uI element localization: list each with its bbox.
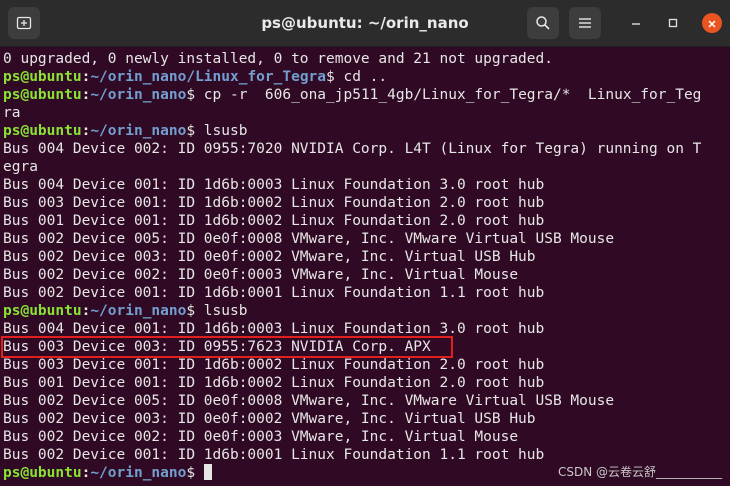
prompt-colon: : bbox=[81, 465, 91, 481]
prompt-line: ps@ubuntu:~/orin_nano$ bbox=[3, 464, 212, 482]
output-line: Bus 001 Device 001: ID 1d6b:0002 Linux F… bbox=[3, 375, 545, 391]
output-line: Bus 002 Device 002: ID 0e0f:0003 VMware,… bbox=[3, 429, 519, 445]
prompt-colon: : bbox=[81, 303, 91, 319]
text-cursor bbox=[203, 464, 212, 480]
close-icon bbox=[707, 14, 717, 33]
prompt-colon: : bbox=[81, 87, 91, 103]
prompt-line: ps@ubuntu:~/orin_nano/Linux_for_Tegra$ c… bbox=[3, 68, 387, 86]
watermark: CSDN @云卷云舒___________ bbox=[557, 465, 722, 479]
minimize-button[interactable] bbox=[626, 13, 646, 33]
prompt-command: lsusb bbox=[195, 123, 248, 139]
prompt-dollar: $ bbox=[186, 87, 196, 103]
prompt-path: ~/orin_nano/Linux_for_Tegra bbox=[90, 69, 327, 85]
output-line: Bus 002 Device 003: ID 0e0f:0002 VMware,… bbox=[3, 411, 536, 427]
prompt-path: ~/orin_nano bbox=[90, 123, 187, 139]
output-line: Bus 001 Device 001: ID 1d6b:0002 Linux F… bbox=[3, 213, 545, 229]
output-line: Bus 003 Device 001: ID 1d6b:0002 Linux F… bbox=[3, 357, 545, 373]
maximize-icon bbox=[667, 14, 679, 33]
prompt-line: ps@ubuntu:~/orin_nano$ lsusb bbox=[3, 302, 247, 320]
output-line: ra bbox=[3, 105, 21, 121]
prompt-colon: : bbox=[81, 69, 91, 85]
prompt-colon: : bbox=[81, 123, 91, 139]
output-line: Bus 004 Device 002: ID 0955:7020 NVIDIA … bbox=[3, 141, 702, 157]
output-line: Bus 003 Device 001: ID 1d6b:0002 Linux F… bbox=[3, 195, 545, 211]
prompt-command: lsusb bbox=[195, 303, 248, 319]
prompt-dollar: $ bbox=[186, 123, 196, 139]
output-line: Bus 004 Device 001: ID 1d6b:0003 Linux F… bbox=[3, 177, 545, 193]
terminal-output[interactable]: 0 upgraded, 0 newly installed, 0 to remo… bbox=[0, 47, 730, 486]
close-button[interactable] bbox=[702, 13, 722, 33]
new-tab-button[interactable] bbox=[8, 7, 40, 39]
output-line: egra bbox=[3, 159, 38, 175]
highlight-box bbox=[1, 336, 453, 358]
prompt-user-host: ps@ubuntu bbox=[3, 465, 82, 481]
output-line: Bus 002 Device 001: ID 1d6b:0001 Linux F… bbox=[3, 285, 545, 301]
output-line: Bus 002 Device 002: ID 0e0f:0003 VMware,… bbox=[3, 267, 519, 283]
prompt-command: cp -r 606_ona_jp511_4gb/Linux_for_Tegra/… bbox=[195, 87, 702, 103]
output-line: Bus 002 Device 005: ID 0e0f:0008 VMware,… bbox=[3, 231, 615, 247]
maximize-button[interactable] bbox=[663, 13, 683, 33]
prompt-user-host: ps@ubuntu bbox=[3, 87, 82, 103]
search-icon bbox=[535, 15, 551, 31]
new-tab-icon bbox=[16, 15, 32, 31]
window-title: ps@ubuntu: ~/orin_nano bbox=[261, 14, 469, 32]
title-bar: ps@ubuntu: ~/orin_nano bbox=[0, 0, 730, 47]
menu-button[interactable] bbox=[569, 7, 601, 39]
prompt-path: ~/orin_nano bbox=[90, 465, 187, 481]
prompt-dollar: $ bbox=[186, 303, 196, 319]
prompt-user-host: ps@ubuntu bbox=[3, 303, 82, 319]
prompt-user-host: ps@ubuntu bbox=[3, 123, 82, 139]
prompt-command bbox=[195, 465, 204, 481]
prompt-line: ps@ubuntu:~/orin_nano$ cp -r 606_ona_jp5… bbox=[3, 86, 701, 104]
terminal-window: ps@ubuntu: ~/orin_nano 0 upgraded, 0 new… bbox=[0, 0, 730, 486]
prompt-user-host: ps@ubuntu bbox=[3, 69, 82, 85]
prompt-command: cd .. bbox=[334, 69, 388, 85]
search-button[interactable] bbox=[527, 7, 559, 39]
output-line: Bus 002 Device 001: ID 1d6b:0001 Linux F… bbox=[3, 447, 545, 463]
prompt-path: ~/orin_nano bbox=[90, 303, 187, 319]
minimize-icon bbox=[630, 14, 642, 33]
prompt-dollar: $ bbox=[186, 465, 196, 481]
prompt-path: ~/orin_nano bbox=[90, 87, 187, 103]
output-line: Bus 002 Device 003: ID 0e0f:0002 VMware,… bbox=[3, 249, 536, 265]
prompt-dollar: $ bbox=[326, 69, 335, 85]
prompt-line: ps@ubuntu:~/orin_nano$ lsusb bbox=[3, 122, 247, 140]
hamburger-menu-icon bbox=[578, 16, 592, 30]
output-line: Bus 002 Device 005: ID 0e0f:0008 VMware,… bbox=[3, 393, 615, 409]
output-line: 0 upgraded, 0 newly installed, 0 to remo… bbox=[3, 51, 553, 67]
